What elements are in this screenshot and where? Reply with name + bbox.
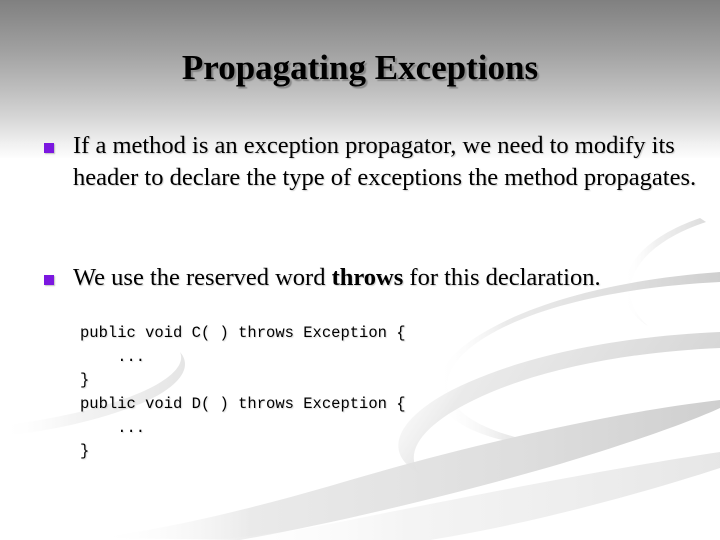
code-1-line-2: ... <box>80 347 146 366</box>
bullet-1-run-0: If a method is an exception propagator, … <box>73 132 697 191</box>
code-sample-1: public void C( ) throws Exception { ...} <box>80 322 406 393</box>
bullet-2-run-1: throws <box>331 264 404 291</box>
code-2-line-3: } <box>80 442 90 460</box>
bullet-2-run-2: for this declaration. <box>403 264 601 291</box>
code-1-line-1: public void C( ) throws Exception { <box>80 324 406 342</box>
square-bullet-icon <box>44 275 54 285</box>
code-2-line-2: ... <box>80 418 146 437</box>
slide-canvas: Propagating Exceptions If a method is an… <box>0 0 720 540</box>
bullet-item-1-text: If a method is an exception propagator, … <box>73 130 704 194</box>
code-1-line-3: } <box>80 371 90 389</box>
bullet-2-run-0: We use the reserved word <box>73 264 332 291</box>
bullet-item-1: If a method is an exception propagator, … <box>44 130 704 194</box>
square-bullet-icon <box>44 143 54 153</box>
code-sample-2: public void D( ) throws Exception { ...} <box>80 393 406 464</box>
bullet-item-2: We use the reserved word throws for this… <box>44 262 704 294</box>
bullet-item-2-text: We use the reserved word throws for this… <box>73 262 704 294</box>
slide-title: Propagating Exceptions <box>181 48 539 87</box>
code-2-line-1: public void D( ) throws Exception { <box>80 395 406 413</box>
